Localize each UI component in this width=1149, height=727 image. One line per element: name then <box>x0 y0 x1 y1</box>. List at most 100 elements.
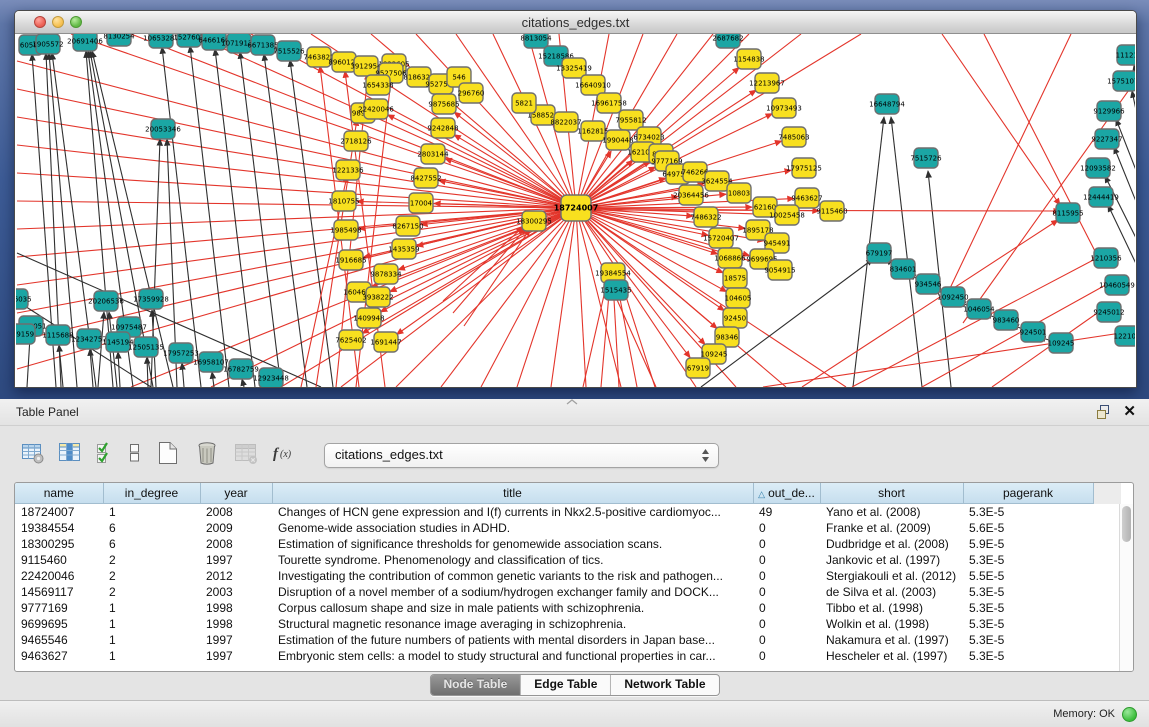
function-builder-icon[interactable]: f(x) <box>271 441 301 470</box>
table-cell[interactable]: 1 <box>103 632 200 648</box>
table-cell[interactable]: Stergiakouli et al. (2012) <box>820 568 963 584</box>
table-cell[interactable]: Franke et al. (2009) <box>820 520 963 536</box>
table-cell[interactable]: 2 <box>103 584 200 600</box>
table-cell[interactable]: 18724007 <box>15 504 103 521</box>
table-cell[interactable]: Hescheler et al. (1997) <box>820 648 963 664</box>
table-cell[interactable]: 5.3E-5 <box>963 552 1093 568</box>
table-cell[interactable]: 9777169 <box>15 600 103 616</box>
table-cell[interactable]: Structural magnetic resonance image aver… <box>272 616 753 632</box>
table-row[interactable]: 1456911722003Disruption of a novel membe… <box>15 584 1121 600</box>
table-scrollbar[interactable] <box>1119 504 1133 671</box>
table-scrollbar-thumb[interactable] <box>1122 506 1131 542</box>
table-cell[interactable]: 1998 <box>200 616 272 632</box>
table-cell[interactable]: 5.9E-5 <box>963 536 1093 552</box>
table-cell[interactable]: 9463627 <box>15 648 103 664</box>
table-cell[interactable]: 2003 <box>200 584 272 600</box>
table-row[interactable]: 911546021997Tourette syndrome. Phenomeno… <box>15 552 1121 568</box>
table-cell[interactable]: 5.3E-5 <box>963 504 1093 521</box>
table-cell[interactable]: 1997 <box>200 552 272 568</box>
table-cell[interactable]: Investigating the contribution of common… <box>272 568 753 584</box>
table-cell[interactable]: 9465546 <box>15 632 103 648</box>
table-row[interactable]: 1872400712008Changes of HCN gene express… <box>15 504 1121 521</box>
table-cell[interactable]: Genome-wide association studies in ADHD. <box>272 520 753 536</box>
table-cell[interactable]: Estimation of significance thresholds fo… <box>272 536 753 552</box>
table-cell[interactable]: Corpus callosum shape and size in male p… <box>272 600 753 616</box>
network-canvas[interactable]: 6058719055722069140681302541065328715276… <box>16 34 1135 387</box>
table-cell[interactable]: 0 <box>753 632 820 648</box>
column-header-pagerank[interactable]: pagerank <box>963 483 1093 504</box>
select-rows-check-icon[interactable] <box>94 440 116 471</box>
table-cell[interactable]: 2012 <box>200 568 272 584</box>
table-cell[interactable]: de Silva et al. (2003) <box>820 584 963 600</box>
new-document-icon[interactable] <box>154 439 182 472</box>
table-cell[interactable]: 5.3E-5 <box>963 648 1093 664</box>
table-cell[interactable]: 0 <box>753 584 820 600</box>
table-cell[interactable]: 0 <box>753 616 820 632</box>
table-cell[interactable]: 5.6E-5 <box>963 520 1093 536</box>
table-row[interactable]: 977716911998Corpus callosum shape and si… <box>15 600 1121 616</box>
table-cell[interactable]: 0 <box>753 536 820 552</box>
network-window-titlebar[interactable]: citations_edges.txt <box>15 11 1136 34</box>
table-cell[interactable]: 18300295 <box>15 536 103 552</box>
table-cell[interactable]: 49 <box>753 504 820 521</box>
table-cell[interactable]: Nakamura et al. (1997) <box>820 632 963 648</box>
table-cell[interactable]: Disruption of a novel member of a sodium… <box>272 584 753 600</box>
table-cell[interactable]: 1 <box>103 648 200 664</box>
table-cell[interactable]: 2008 <box>200 504 272 521</box>
table-settings-icon[interactable] <box>20 440 46 471</box>
tab-edge-table[interactable]: Edge Table <box>521 675 611 695</box>
table-cell[interactable]: 9115460 <box>15 552 103 568</box>
table-row[interactable]: 946554611997Estimation of the future num… <box>15 632 1121 648</box>
table-cell[interactable]: 9699695 <box>15 616 103 632</box>
table-row[interactable]: 1830029562008Estimation of significance … <box>15 536 1121 552</box>
table-row[interactable]: 1938455462009Genome-wide association stu… <box>15 520 1121 536</box>
tab-node-table[interactable]: Node Table <box>430 675 521 695</box>
column-header-short[interactable]: short <box>820 483 963 504</box>
table-cell[interactable]: 5.3E-5 <box>963 584 1093 600</box>
table-cell[interactable]: Changes of HCN gene expression and I(f) … <box>272 504 753 521</box>
close-panel-icon[interactable]: ✕ <box>1123 402 1136 420</box>
memory-ok-indicator-icon[interactable] <box>1122 707 1137 722</box>
tab-network-table[interactable]: Network Table <box>611 675 718 695</box>
table-cell[interactable]: 6 <box>103 536 200 552</box>
column-header-in-degree[interactable]: in_degree <box>103 483 200 504</box>
table-cell[interactable]: Yano et al. (2008) <box>820 504 963 521</box>
table-cell[interactable]: 1 <box>103 616 200 632</box>
float-panel-icon[interactable] <box>1095 404 1111 420</box>
table-cell[interactable]: 14569117 <box>15 584 103 600</box>
table-cell[interactable]: Estimation of the future numbers of pati… <box>272 632 753 648</box>
table-cell[interactable]: Jankovic et al. (1997) <box>820 552 963 568</box>
table-row[interactable]: 969969511998Structural magnetic resonanc… <box>15 616 1121 632</box>
table-cell[interactable]: Embryonic stem cells: a model to study s… <box>272 648 753 664</box>
table-row[interactable]: 2242004622012Investigating the contribut… <box>15 568 1121 584</box>
table-row[interactable]: 946362711997Embryonic stem cells: a mode… <box>15 648 1121 664</box>
table-cell[interactable]: 5.5E-5 <box>963 568 1093 584</box>
table-cell[interactable]: 1997 <box>200 648 272 664</box>
table-cell[interactable]: Tourette syndrome. Phenomenology and cla… <box>272 552 753 568</box>
table-cell[interactable]: 2 <box>103 552 200 568</box>
network-graph[interactable]: 6058719055722069140681302541065328715276… <box>16 34 1135 387</box>
table-cell[interactable]: 0 <box>753 648 820 664</box>
table-cell[interactable]: 0 <box>753 568 820 584</box>
table-cell[interactable]: 1998 <box>200 600 272 616</box>
table-cell[interactable]: 2009 <box>200 520 272 536</box>
table-cell[interactable]: Dudbridge et al. (2008) <box>820 536 963 552</box>
table-selector-dropdown[interactable]: citations_edges.txt <box>324 443 719 468</box>
column-header-out-de-[interactable]: △out_de... <box>753 483 820 504</box>
table-cell[interactable]: 1 <box>103 504 200 521</box>
table-cell[interactable]: 0 <box>753 600 820 616</box>
table-cell[interactable]: 5.3E-5 <box>963 600 1093 616</box>
table-cell[interactable]: 1997 <box>200 632 272 648</box>
table-cell[interactable]: 19384554 <box>15 520 103 536</box>
table-cell[interactable]: Tibbo et al. (1998) <box>820 600 963 616</box>
table-cell[interactable]: 22420046 <box>15 568 103 584</box>
table-cell[interactable]: 2008 <box>200 536 272 552</box>
table-cell[interactable]: 0 <box>753 520 820 536</box>
column-header-title[interactable]: title <box>272 483 753 504</box>
show-columns-icon[interactable] <box>57 440 83 471</box>
column-header-year[interactable]: year <box>200 483 272 504</box>
table-cell[interactable]: 2 <box>103 568 200 584</box>
table-cell[interactable]: 6 <box>103 520 200 536</box>
table-cell[interactable]: 0 <box>753 552 820 568</box>
trash-icon[interactable] <box>193 439 221 472</box>
